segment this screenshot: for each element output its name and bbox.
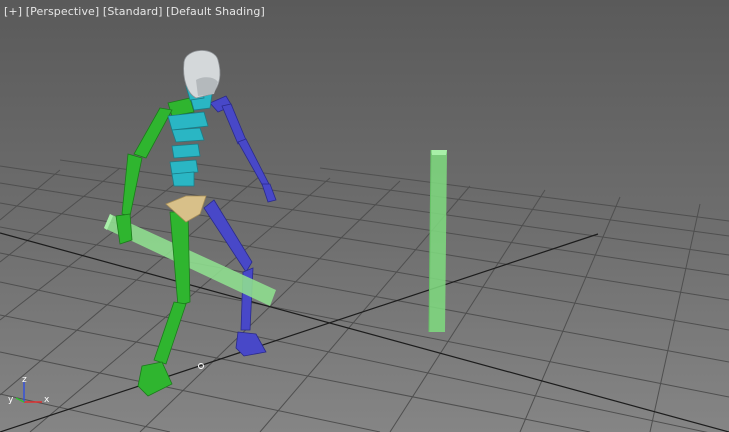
viewport-plus-menu[interactable]: [+] xyxy=(4,5,22,18)
axis-y-label: y xyxy=(8,395,14,405)
green-box-pillar[interactable] xyxy=(428,149,447,333)
biped-head[interactable] xyxy=(183,50,221,99)
viewport-label-menu: [+] [Perspective] [Standard] [Default Sh… xyxy=(4,5,265,18)
axis-z-label: z xyxy=(22,375,27,385)
viewport-visual-style-menu[interactable]: [Standard] xyxy=(103,5,163,18)
grid-world-axes xyxy=(0,232,729,432)
scene-canvas[interactable]: x z y xyxy=(0,0,729,432)
viewport-shading-menu[interactable]: [Default Shading] xyxy=(166,5,265,18)
home-grid xyxy=(0,159,729,432)
viewport-view-menu[interactable]: [Perspective] xyxy=(26,5,100,18)
biped-spine[interactable] xyxy=(167,83,213,187)
axis-x-label: x xyxy=(44,395,50,405)
perspective-viewport[interactable]: x z y [+] [Perspective] [Standard] [Defa… xyxy=(0,0,729,432)
